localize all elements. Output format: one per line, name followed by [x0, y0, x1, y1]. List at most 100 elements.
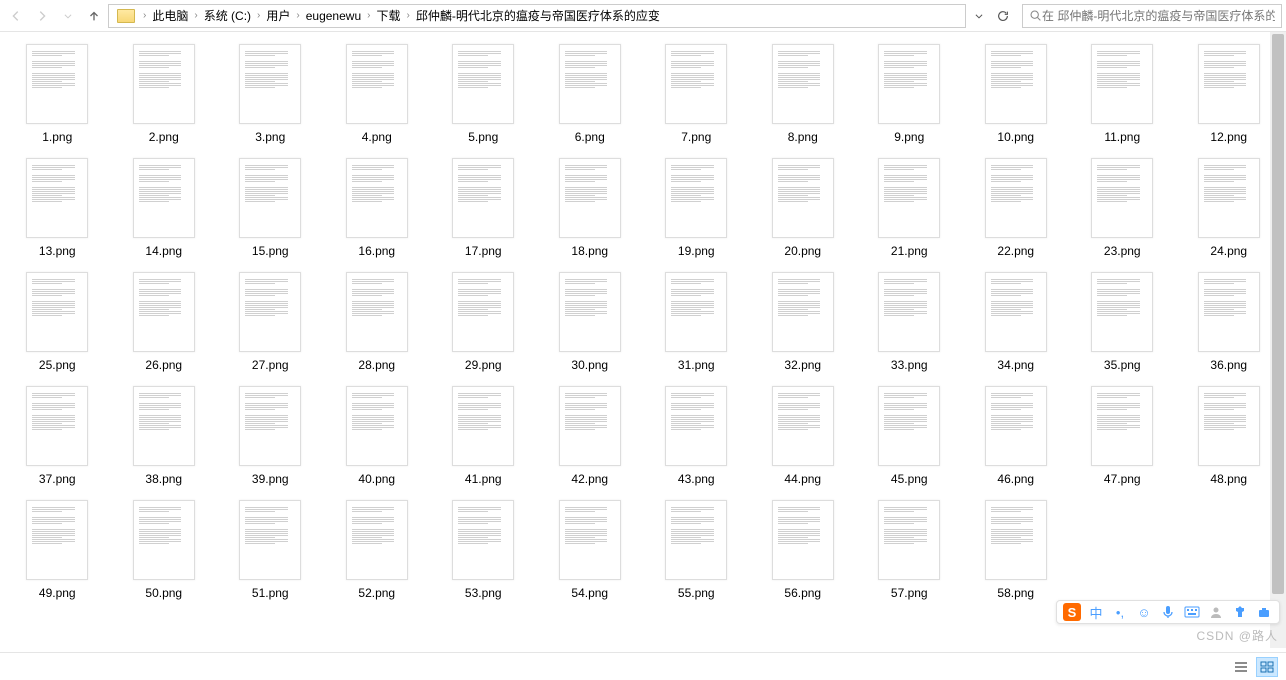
recent-dropdown[interactable]: [56, 4, 80, 28]
file-item[interactable]: 18.png: [541, 158, 640, 258]
file-item[interactable]: 42.png: [541, 386, 640, 486]
file-item[interactable]: 55.png: [647, 500, 746, 600]
file-item[interactable]: 9.png: [860, 44, 959, 144]
file-item[interactable]: 45.png: [860, 386, 959, 486]
file-item[interactable]: 1.png: [8, 44, 107, 144]
file-item[interactable]: 43.png: [647, 386, 746, 486]
forward-button[interactable]: [30, 4, 54, 28]
file-item[interactable]: 4.png: [328, 44, 427, 144]
file-item[interactable]: 21.png: [860, 158, 959, 258]
file-item[interactable]: 14.png: [115, 158, 214, 258]
file-item[interactable]: 11.png: [1073, 44, 1172, 144]
file-item[interactable]: 32.png: [754, 272, 853, 372]
file-item[interactable]: 33.png: [860, 272, 959, 372]
chevron-right-icon[interactable]: ›: [190, 10, 201, 21]
file-name: 47.png: [1104, 472, 1141, 486]
file-item[interactable]: 40.png: [328, 386, 427, 486]
file-item[interactable]: 35.png: [1073, 272, 1172, 372]
ime-skin-icon[interactable]: [1231, 603, 1249, 621]
file-item[interactable]: 10.png: [967, 44, 1066, 144]
file-item[interactable]: 17.png: [434, 158, 533, 258]
file-item[interactable]: 48.png: [1180, 386, 1279, 486]
vertical-scrollbar[interactable]: [1270, 32, 1286, 648]
ime-punct-icon[interactable]: •,: [1111, 603, 1129, 621]
sogou-logo-icon[interactable]: S: [1063, 603, 1081, 621]
file-item[interactable]: 29.png: [434, 272, 533, 372]
file-item[interactable]: 25.png: [8, 272, 107, 372]
file-item[interactable]: 15.png: [221, 158, 320, 258]
file-item[interactable]: 41.png: [434, 386, 533, 486]
file-item[interactable]: 57.png: [860, 500, 959, 600]
file-item[interactable]: 53.png: [434, 500, 533, 600]
thumbnails-view-button[interactable]: [1256, 657, 1278, 677]
file-item[interactable]: 44.png: [754, 386, 853, 486]
search-box[interactable]: [1022, 4, 1282, 28]
file-item[interactable]: 51.png: [221, 500, 320, 600]
file-item[interactable]: 8.png: [754, 44, 853, 144]
ime-toolbar[interactable]: S 中 •, ☺: [1056, 600, 1280, 624]
breadcrumb-segment[interactable]: 此电脑: [150, 7, 190, 24]
file-name: 3.png: [255, 130, 285, 144]
breadcrumb-dropdown[interactable]: [968, 5, 990, 27]
search-icon: [1029, 9, 1042, 22]
file-item[interactable]: 28.png: [328, 272, 427, 372]
file-item[interactable]: 36.png: [1180, 272, 1279, 372]
file-item[interactable]: 19.png: [647, 158, 746, 258]
file-item[interactable]: 12.png: [1180, 44, 1279, 144]
file-item[interactable]: 16.png: [328, 158, 427, 258]
breadcrumb-segment[interactable]: 用户: [264, 7, 292, 24]
ime-language-icon[interactable]: 中: [1087, 603, 1105, 621]
file-item[interactable]: 23.png: [1073, 158, 1172, 258]
file-item[interactable]: 39.png: [221, 386, 320, 486]
file-item[interactable]: 52.png: [328, 500, 427, 600]
breadcrumb-segment[interactable]: 邱仲麟-明代北京的瘟疫与帝国医疗体系的应变: [414, 7, 662, 24]
ime-emoji-icon[interactable]: ☺: [1135, 603, 1153, 621]
ime-voice-icon[interactable]: [1159, 603, 1177, 621]
file-item[interactable]: 38.png: [115, 386, 214, 486]
file-item[interactable]: 3.png: [221, 44, 320, 144]
chevron-right-icon[interactable]: ›: [402, 10, 413, 21]
file-item[interactable]: 27.png: [221, 272, 320, 372]
file-item[interactable]: 22.png: [967, 158, 1066, 258]
ime-user-icon[interactable]: [1207, 603, 1225, 621]
chevron-right-icon[interactable]: ›: [253, 10, 264, 21]
breadcrumb-segment[interactable]: 下载: [374, 7, 402, 24]
file-item[interactable]: 13.png: [8, 158, 107, 258]
file-item[interactable]: 56.png: [754, 500, 853, 600]
file-item[interactable]: 54.png: [541, 500, 640, 600]
file-item[interactable]: 46.png: [967, 386, 1066, 486]
file-item[interactable]: 47.png: [1073, 386, 1172, 486]
file-item[interactable]: 34.png: [967, 272, 1066, 372]
details-view-button[interactable]: [1230, 657, 1252, 677]
up-button[interactable]: [82, 4, 106, 28]
file-item[interactable]: 24.png: [1180, 158, 1279, 258]
file-item[interactable]: 2.png: [115, 44, 214, 144]
breadcrumb-segment[interactable]: eugenewu: [304, 9, 363, 23]
file-item[interactable]: 31.png: [647, 272, 746, 372]
chevron-right-icon[interactable]: ›: [139, 10, 150, 21]
search-input[interactable]: [1042, 9, 1275, 23]
file-item[interactable]: 58.png: [967, 500, 1066, 600]
file-item[interactable]: 30.png: [541, 272, 640, 372]
file-name: 28.png: [358, 358, 395, 372]
chevron-right-icon[interactable]: ›: [292, 10, 303, 21]
file-item[interactable]: 26.png: [115, 272, 214, 372]
ime-keyboard-icon[interactable]: [1183, 603, 1201, 621]
file-item[interactable]: 37.png: [8, 386, 107, 486]
breadcrumb-segment[interactable]: 系统 (C:): [202, 7, 253, 24]
file-item[interactable]: 5.png: [434, 44, 533, 144]
breadcrumb-bar[interactable]: › 此电脑 › 系统 (C:) › 用户 › eugenewu › 下载 › 邱…: [108, 4, 966, 28]
refresh-button[interactable]: [992, 5, 1014, 27]
file-item[interactable]: 7.png: [647, 44, 746, 144]
back-button[interactable]: [4, 4, 28, 28]
chevron-right-icon[interactable]: ›: [363, 10, 374, 21]
file-item[interactable]: 6.png: [541, 44, 640, 144]
file-item[interactable]: 20.png: [754, 158, 853, 258]
file-view[interactable]: 1.png2.png 3.png 4.png5.png6.png7.png8.png…: [0, 32, 1286, 648]
file-item[interactable]: 49.png: [8, 500, 107, 600]
scrollbar-thumb[interactable]: [1272, 34, 1284, 594]
file-thumbnail: [985, 158, 1047, 238]
file-item[interactable]: 50.png: [115, 500, 214, 600]
ime-toolbox-icon[interactable]: [1255, 603, 1273, 621]
file-thumbnail: [26, 158, 88, 238]
